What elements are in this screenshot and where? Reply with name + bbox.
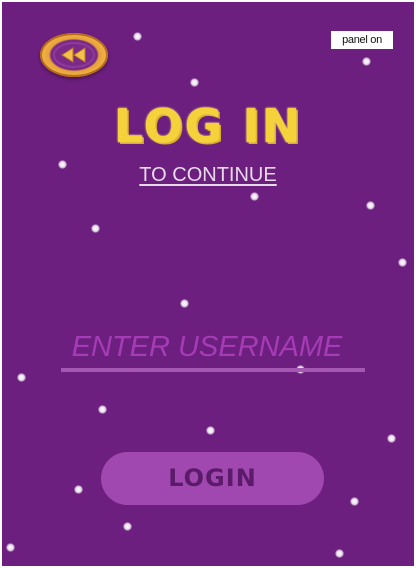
rewind-icon	[61, 47, 86, 63]
background-dot	[335, 549, 344, 558]
background-dot	[366, 201, 375, 210]
background-dot	[398, 258, 407, 267]
panel-toggle[interactable]: panel on	[331, 31, 393, 49]
username-underline	[61, 368, 365, 372]
page-title: LOG IN	[113, 99, 303, 153]
background-dot	[180, 299, 189, 308]
page-subtitle: TO CONTINUE	[139, 164, 277, 186]
background-dot	[250, 192, 259, 201]
username-input[interactable]	[48, 328, 366, 366]
background-dot	[387, 434, 396, 443]
background-dot	[6, 543, 15, 552]
background-dot	[98, 405, 107, 414]
background-dot	[350, 497, 359, 506]
background-dot	[133, 32, 142, 41]
background-dot	[362, 57, 371, 66]
background-dot	[190, 78, 199, 87]
background-dot	[74, 485, 83, 494]
back-button[interactable]	[40, 33, 108, 77]
background-dot	[17, 373, 26, 382]
login-screen: panel on LOG IN TO CONTINUE LOGIN	[2, 2, 414, 566]
login-button[interactable]: LOGIN	[101, 452, 324, 505]
background-dot	[206, 426, 215, 435]
background-dot	[123, 522, 132, 531]
background-dot	[91, 224, 100, 233]
